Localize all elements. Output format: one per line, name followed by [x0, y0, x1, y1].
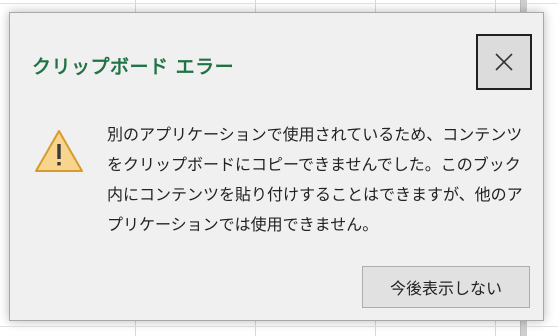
- dialog-title: クリップボード エラー: [32, 56, 235, 78]
- grid-line: [0, 3, 558, 4]
- clipboard-error-dialog: クリップボード エラー 別のアプリケーションで使用されているため、コンテンツをク…: [9, 12, 544, 321]
- grid-line: [0, 326, 558, 327]
- close-icon: [495, 53, 513, 71]
- warning-icon: [35, 130, 83, 172]
- close-button[interactable]: [476, 34, 532, 90]
- error-message: 別のアプリケーションで使用されているため、コンテンツをクリップボードにコピーでき…: [107, 125, 523, 234]
- dont-show-again-button[interactable]: 今後表示しない: [362, 266, 530, 308]
